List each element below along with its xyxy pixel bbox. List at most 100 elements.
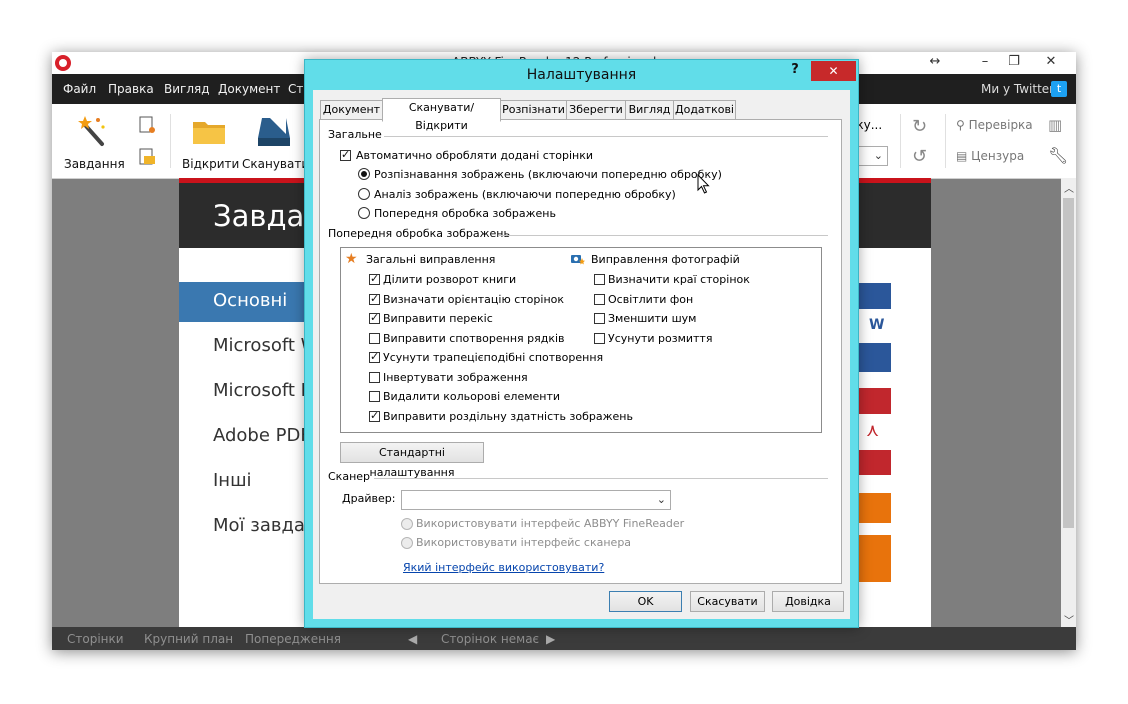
menu-edit[interactable]: Правка	[108, 82, 154, 96]
remove-color-checkbox[interactable]	[369, 391, 380, 402]
wrench-icon[interactable]: 🔧︎	[1048, 146, 1068, 165]
dialog-title: Налаштування	[526, 67, 637, 83]
help-button[interactable]: Довідка	[772, 591, 844, 612]
resize-icon[interactable]: ↔	[920, 52, 950, 74]
scan-button[interactable]: Сканувати	[242, 114, 309, 171]
folder-icon	[193, 122, 225, 144]
vertical-scrollbar[interactable]: ︿ ﹀	[1061, 178, 1076, 627]
tab-view[interactable]: Вигляд	[625, 100, 674, 121]
nav-other-label: Інші	[213, 470, 252, 491]
tab-advanced[interactable]: Додаткові	[673, 100, 736, 121]
language-select[interactable]: ⌄	[858, 146, 888, 166]
menu-file[interactable]: Файл	[63, 82, 96, 96]
open-label: Відкрити	[182, 157, 240, 171]
minimize-button[interactable]: –	[970, 52, 1000, 74]
cursor-icon	[697, 174, 710, 194]
photo-fixes-title: Виправлення фотографій	[591, 253, 740, 266]
nav-main-label: Основні	[213, 290, 288, 311]
radio-scanner-interface[interactable]	[401, 537, 413, 549]
other-task-tile[interactable]	[858, 493, 891, 582]
driver-select[interactable]: ⌄	[401, 490, 671, 510]
next-page-icon[interactable]: ▶	[546, 632, 555, 646]
group-divider	[384, 136, 828, 137]
new-doc-icon[interactable]	[138, 116, 156, 137]
general-group-title: Загальне	[328, 128, 382, 141]
dialog-help-button[interactable]: ?	[783, 62, 807, 82]
verify-button[interactable]: ⚲ Перевірка	[956, 118, 1033, 132]
magic-wand-icon	[77, 116, 105, 146]
nav-word-label: Microsoft W	[213, 335, 319, 356]
tab-document[interactable]: Документ	[320, 100, 383, 121]
invert-checkbox[interactable]	[369, 372, 380, 383]
abbyy-logo-icon[interactable]	[55, 55, 71, 71]
whiten-bg-label: Освітлити фон	[608, 293, 694, 306]
radio-recognize-images[interactable]	[358, 168, 370, 180]
radio-scanner-interface-label: Використовувати інтерфейс сканера	[416, 536, 632, 549]
menu-document[interactable]: Документ	[218, 82, 280, 96]
tab-save[interactable]: Зберегти	[566, 100, 626, 121]
detect-edges-checkbox[interactable]	[594, 274, 605, 285]
dialog-close-button[interactable]: ✕	[811, 61, 856, 81]
trapezoid-label: Усунути трапецієподібні спотворення	[383, 351, 604, 364]
censor-button[interactable]: ▤ Цензура	[956, 149, 1024, 163]
radio-preprocess-images[interactable]	[358, 207, 370, 219]
tab-recognize[interactable]: Розпізнати	[500, 100, 567, 121]
redo-icon[interactable]: ↻	[912, 116, 927, 137]
remove-blur-checkbox[interactable]	[594, 333, 605, 344]
tab-scan-open[interactable]: Сканувати/Відкрити	[382, 98, 501, 132]
restore-button[interactable]: ❐	[999, 52, 1029, 74]
scroll-thumb[interactable]	[1063, 198, 1074, 528]
no-pages-label: Сторінок немає	[441, 632, 540, 646]
verify-label: Перевірка	[968, 118, 1033, 132]
pages-tab[interactable]: Сторінки	[67, 632, 124, 646]
twitter-icon[interactable]: t	[1051, 81, 1067, 97]
warnings-tab[interactable]: Попередження	[245, 632, 341, 646]
ok-button[interactable]: OK	[609, 591, 682, 612]
star-icon: ★	[345, 251, 358, 267]
tasks-button[interactable]: Завдання	[64, 114, 125, 171]
scanner-icon	[258, 118, 290, 146]
reduce-noise-checkbox[interactable]	[594, 313, 605, 324]
straighten-lines-checkbox[interactable]	[369, 333, 380, 344]
zoom-tab[interactable]: Крупний план	[144, 632, 233, 646]
split-spread-checkbox[interactable]	[369, 272, 380, 285]
open-button[interactable]: Відкрити	[182, 114, 240, 171]
scroll-up-icon[interactable]: ︿	[1064, 180, 1074, 195]
trapezoid-checkbox[interactable]	[369, 350, 380, 363]
camera-star-icon	[571, 255, 585, 265]
word-task-tile[interactable]: W	[858, 283, 891, 372]
auto-process-checkbox[interactable]	[340, 148, 351, 161]
straighten-lines-label: Виправити спотворення рядків	[383, 332, 565, 345]
undo-icon[interactable]: ↺	[912, 146, 927, 167]
word-icon: W	[869, 317, 885, 333]
whiten-bg-checkbox[interactable]	[594, 294, 605, 305]
detect-orientation-checkbox[interactable]	[369, 292, 380, 305]
radio-analyze-images[interactable]	[358, 188, 370, 200]
split-spread-label: Ділити розворот книги	[383, 273, 517, 286]
dialog-body: Документ Сканувати/Відкрити Розпізнати З…	[313, 90, 850, 619]
toolbar-separator	[945, 114, 946, 168]
radio-abbyy-interface[interactable]	[401, 518, 413, 530]
toolbar-separator	[900, 114, 901, 168]
pdf-task-tile[interactable]: ⋏	[858, 388, 891, 475]
radio-preprocess-images-label: Попередня обробка зображень	[374, 207, 556, 220]
which-interface-link[interactable]: Який інтерфейс використовувати?	[403, 561, 604, 574]
default-settings-button[interactable]: Стандартні налаштування	[340, 442, 484, 479]
close-button[interactable]: ✕	[1036, 52, 1066, 74]
toolbar-separator	[170, 114, 171, 168]
group-divider	[374, 478, 828, 479]
open-folder-small-icon[interactable]	[138, 148, 156, 169]
scroll-down-icon[interactable]: ﹀	[1064, 612, 1074, 627]
deskew-label: Виправити перекіс	[383, 312, 493, 325]
settings-dialog: Налаштування ? ✕ Документ Сканувати/Відк…	[304, 59, 859, 628]
chevron-down-icon: ⌄	[656, 493, 666, 506]
driver-label: Драйвер:	[342, 492, 396, 505]
prev-page-icon[interactable]: ◀	[408, 632, 417, 646]
cancel-button[interactable]: Скасувати	[690, 591, 765, 612]
pages-layout-icon[interactable]: ▥	[1048, 116, 1062, 134]
preprocess-options-box: ★ Загальні виправлення Ділити розворот к…	[340, 247, 822, 433]
auto-process-label: Автоматично обробляти додані сторінки	[356, 149, 594, 162]
deskew-checkbox[interactable]	[369, 311, 380, 324]
fix-resolution-checkbox[interactable]	[369, 409, 380, 422]
menu-view[interactable]: Вигляд	[164, 82, 210, 96]
